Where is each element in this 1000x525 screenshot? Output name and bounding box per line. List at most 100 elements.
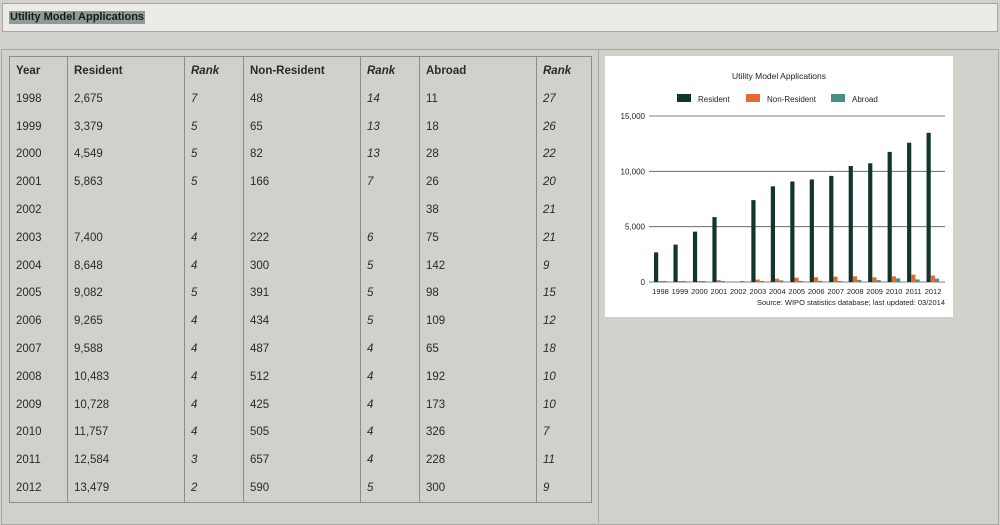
cell-year: 2007 bbox=[16, 343, 42, 356]
cell-non-resident: 425 bbox=[243, 390, 361, 419]
cell-non-resident-rank: 13 bbox=[360, 140, 420, 169]
cell-resident-rank: 4 bbox=[184, 390, 244, 419]
cell-resident-rank: 2 bbox=[184, 474, 244, 502]
cell-non-resident: 487 bbox=[243, 335, 361, 363]
cell-abroad-rank: 21 bbox=[536, 223, 591, 252]
cell-resident: 9,082 bbox=[67, 279, 185, 308]
bar-abroad-2004 bbox=[779, 280, 784, 282]
bar-resident-2010 bbox=[887, 151, 892, 282]
cell-non-resident: 65 bbox=[243, 112, 361, 141]
cell-year: 2012 bbox=[16, 482, 42, 495]
bar-non-resident-2010 bbox=[891, 276, 896, 282]
cell-abroad: 173 bbox=[419, 390, 537, 419]
bar-resident-2012 bbox=[926, 132, 931, 282]
cell-year: 1998 bbox=[16, 92, 42, 105]
bar-non-resident-1998 bbox=[658, 281, 663, 282]
bar-non-resident-2006 bbox=[813, 277, 819, 282]
cell-year: 2005 bbox=[16, 287, 42, 300]
column-header-abroad: Abroad bbox=[419, 57, 537, 85]
bar-resident-2001 bbox=[712, 217, 717, 282]
cell-non-resident-rank: 13 bbox=[360, 112, 420, 141]
cell-resident-rank: 5 bbox=[184, 140, 244, 169]
cell-year: 2008 bbox=[16, 370, 42, 383]
x-tick-label-2008: 2008 bbox=[847, 287, 864, 296]
legend-swatch-1 bbox=[746, 94, 760, 102]
bar-resident-2003 bbox=[751, 200, 756, 282]
bar-non-resident-2000 bbox=[697, 281, 702, 282]
bar-abroad-2001 bbox=[720, 281, 725, 282]
bar-abroad-2011 bbox=[915, 279, 920, 282]
cell-abroad-rank: 10 bbox=[536, 362, 591, 391]
title-bar: Utility Model Applications bbox=[2, 3, 998, 32]
cell-resident bbox=[67, 196, 185, 224]
y-tick-label-2: 10,000 bbox=[621, 167, 646, 176]
cell-non-resident-rank: 5 bbox=[360, 251, 420, 280]
cell-non-resident: 505 bbox=[243, 418, 361, 447]
column-header-year: Year bbox=[16, 65, 41, 77]
cell-abroad: 11 bbox=[419, 85, 537, 113]
cell-resident: 5,863 bbox=[67, 168, 185, 197]
column-header-resident-rank: Rank bbox=[184, 57, 244, 85]
cell-abroad: 38 bbox=[419, 196, 537, 224]
cell-abroad: 18 bbox=[419, 112, 537, 141]
cell-resident: 11,757 bbox=[67, 418, 185, 447]
cell-abroad: 75 bbox=[419, 223, 537, 252]
chart-source-note: Source: WIPO statistics database; last u… bbox=[757, 298, 945, 307]
table-row: 2007 9,588 4 487 4 65 18 bbox=[10, 335, 591, 363]
bar-non-resident-2008 bbox=[852, 276, 858, 282]
data-table-container: Year Resident Rank Non-Resident Rank Abr… bbox=[9, 56, 592, 503]
cell-abroad: 300 bbox=[419, 474, 537, 502]
cell-resident: 3,379 bbox=[67, 112, 185, 141]
x-tick-label-2001: 2001 bbox=[711, 287, 728, 296]
panel-divider bbox=[598, 49, 599, 523]
cell-non-resident-rank: 5 bbox=[360, 307, 420, 336]
table-row: 2006 9,265 4 434 5 109 12 bbox=[10, 307, 591, 336]
bar-abroad-1999 bbox=[681, 281, 687, 282]
cell-abroad-rank: 27 bbox=[536, 85, 591, 113]
x-tick-label-2009: 2009 bbox=[866, 287, 883, 296]
table-row: 1998 2,675 7 48 14 11 27 bbox=[10, 85, 591, 113]
y-tick-label-1: 5,000 bbox=[625, 223, 646, 232]
utility-model-chart: Utility Model Applications Resident Non-Re… bbox=[621, 71, 945, 307]
cell-year: 2010 bbox=[16, 426, 42, 439]
cell-non-resident: 590 bbox=[243, 474, 361, 502]
cell-abroad-rank: 9 bbox=[536, 251, 591, 280]
cell-non-resident: 82 bbox=[243, 140, 361, 169]
table-row: 2004 8,648 4 300 5 142 9 bbox=[10, 251, 591, 280]
cell-resident-rank: 5 bbox=[184, 112, 244, 141]
bar-resident-1998 bbox=[654, 252, 659, 282]
cell-resident-rank: 4 bbox=[184, 251, 244, 280]
cell-non-resident bbox=[243, 196, 361, 224]
bar-resident-2004 bbox=[770, 186, 775, 282]
x-tick-label-2000: 2000 bbox=[691, 287, 708, 296]
cell-year: 2000 bbox=[16, 148, 42, 161]
cell-year: 2001 bbox=[16, 176, 42, 189]
cell-resident: 9,588 bbox=[67, 335, 185, 363]
cell-resident-rank: 4 bbox=[184, 335, 244, 363]
cell-year: 2011 bbox=[16, 454, 41, 467]
cell-resident: 12,584 bbox=[67, 446, 185, 475]
cell-year: 2006 bbox=[16, 315, 42, 328]
cell-non-resident: 512 bbox=[243, 362, 361, 391]
legend-swatch-2 bbox=[831, 94, 845, 102]
cell-resident-rank: 4 bbox=[184, 223, 244, 252]
x-tick-label-2011: 2011 bbox=[905, 287, 921, 296]
data-table: Year Resident Rank Non-Resident Rank Abr… bbox=[10, 57, 591, 502]
legend-label-2: Abroad bbox=[852, 95, 878, 104]
table-row: 2001 5,863 5 166 7 26 20 bbox=[10, 168, 591, 197]
table-row: 2010 11,757 4 505 4 326 7 bbox=[10, 418, 591, 447]
cell-resident: 7,400 bbox=[67, 223, 185, 252]
page-title: Utility Model Applications bbox=[9, 11, 146, 24]
cell-abroad: 228 bbox=[419, 446, 537, 475]
cell-year: 2002 bbox=[16, 204, 42, 217]
cell-resident: 10,728 bbox=[67, 390, 185, 419]
cell-non-resident-rank bbox=[360, 196, 420, 224]
bar-non-resident-1999 bbox=[677, 281, 682, 282]
x-tick-label-2010: 2010 bbox=[886, 287, 903, 296]
table-row: 2002 38 21 bbox=[10, 196, 591, 224]
bar-non-resident-2004 bbox=[775, 278, 780, 282]
table-body: 1998 2,675 7 48 14 11 27 1999 3,379 5 65 13 18 26 2000… bbox=[10, 85, 591, 502]
legend-swatch-0 bbox=[677, 94, 691, 102]
cell-resident-rank: 7 bbox=[184, 85, 244, 113]
column-header-resident: Resident bbox=[67, 57, 185, 85]
